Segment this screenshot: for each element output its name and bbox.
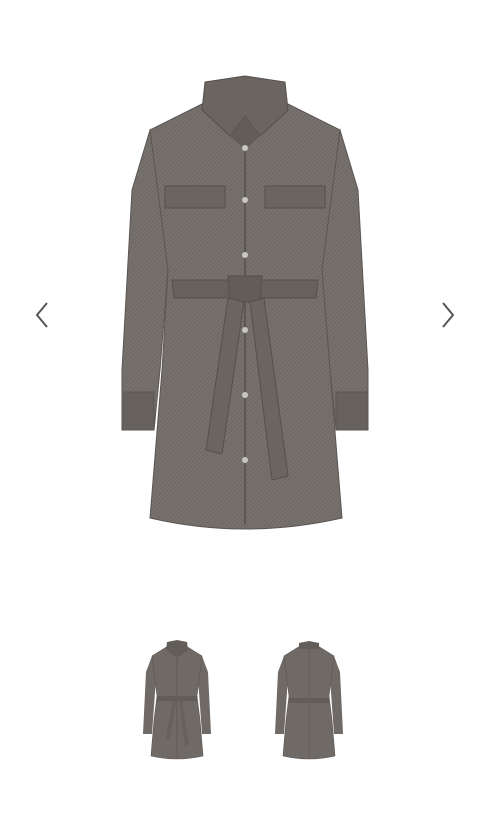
product-gallery <box>0 0 480 814</box>
thumbnail-front[interactable] <box>140 638 214 764</box>
previous-image-button[interactable] <box>24 297 60 333</box>
chevron-right-icon <box>442 302 455 328</box>
next-image-button[interactable] <box>430 297 466 333</box>
main-product-image <box>121 75 369 530</box>
thumbnail-back[interactable] <box>272 638 346 764</box>
thumbnail-strip <box>0 630 480 770</box>
chevron-left-icon <box>35 302 48 328</box>
